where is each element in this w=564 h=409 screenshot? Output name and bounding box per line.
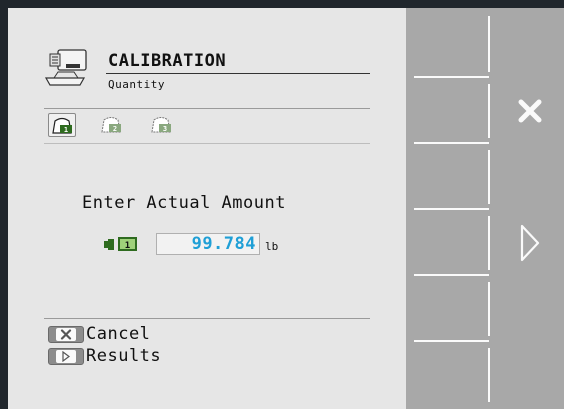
actual-amount-value: 99.784 <box>191 234 256 254</box>
page-subtitle: Quantity <box>108 78 165 91</box>
svg-text:3: 3 <box>163 125 167 133</box>
results-softkey[interactable] <box>490 210 564 276</box>
title-divider <box>106 73 370 74</box>
results-badge <box>48 347 84 365</box>
softkey-right-3[interactable] <box>490 144 564 210</box>
bag-product-3-icon: 3 <box>151 117 171 133</box>
amount-unit: lb <box>265 240 279 253</box>
cancel-softkey[interactable] <box>490 78 564 144</box>
tab-product-2[interactable]: 2 <box>98 113 124 135</box>
softkey-left-1[interactable] <box>408 10 487 76</box>
softkey-left-2[interactable] <box>408 78 487 144</box>
svg-text:1: 1 <box>64 126 68 134</box>
tab-product-1[interactable]: 1 <box>48 113 76 137</box>
x-icon <box>518 99 541 123</box>
cancel-action[interactable]: Cancel <box>48 324 150 344</box>
x-icon <box>60 328 72 340</box>
scale-icon <box>44 48 100 92</box>
calibration-screen: CALIBRATION Quantity 1 2 3 Enter Actual … <box>8 8 564 409</box>
actual-amount-field[interactable]: 99.784 <box>156 233 260 255</box>
bag-product-1-icon: 1 <box>52 117 72 134</box>
softkey-left-3[interactable] <box>408 144 487 210</box>
right-arrow-icon <box>62 350 70 362</box>
softkey-left-5[interactable] <box>408 276 487 342</box>
results-action[interactable]: Results <box>48 346 161 366</box>
softkey-right-1[interactable] <box>490 10 564 76</box>
softkey-right-5[interactable] <box>490 276 564 342</box>
tab-product-3[interactable]: 3 <box>148 113 174 135</box>
softkey-right-6[interactable] <box>490 342 564 408</box>
softkey-panel <box>406 8 564 409</box>
cancel-label: Cancel <box>86 324 151 344</box>
product-tabs: 1 2 3 <box>44 108 370 144</box>
cancel-badge <box>48 325 84 343</box>
bag-product-2-icon: 2 <box>101 117 121 133</box>
actions-divider <box>44 318 370 319</box>
softkey-left-4[interactable] <box>408 210 487 276</box>
page-title: CALIBRATION <box>108 51 227 71</box>
svg-text:1: 1 <box>125 241 130 251</box>
results-label: Results <box>86 346 162 366</box>
svg-text:2: 2 <box>113 125 117 133</box>
entry-prompt: Enter Actual Amount <box>82 193 286 213</box>
softkey-left-6[interactable] <box>408 342 487 408</box>
right-arrow-icon <box>520 224 539 262</box>
product-1-icon: 1 <box>104 236 138 256</box>
main-panel: CALIBRATION Quantity 1 2 3 Enter Actual … <box>8 8 406 409</box>
